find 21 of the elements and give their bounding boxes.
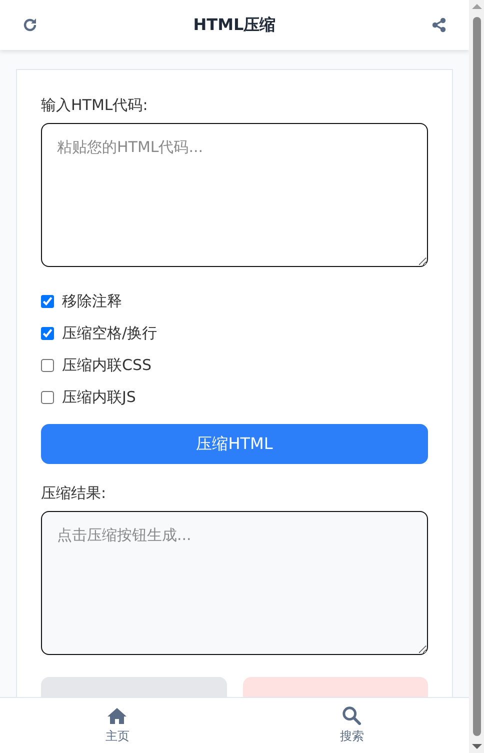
home-icon	[107, 706, 128, 724]
search-icon	[342, 706, 362, 725]
refresh-icon[interactable]	[22, 17, 38, 33]
output-label: 压缩结果:	[41, 484, 108, 503]
scrollbar[interactable]	[469, 0, 484, 753]
option-label: 压缩内联JS	[62, 388, 136, 407]
html-input-field[interactable]: 粘贴您的HTML代码...	[41, 123, 428, 267]
option-label: 压缩空格/换行	[62, 324, 158, 343]
option-checkbox[interactable]	[41, 359, 54, 372]
result-field[interactable]: 点击压缩按钮生成...	[41, 511, 428, 655]
option-label: 压缩内联CSS	[62, 356, 152, 375]
input-label: 输入HTML代码:	[41, 96, 149, 115]
option-checkbox[interactable]	[41, 327, 54, 340]
option-checkbox[interactable]	[41, 295, 54, 308]
option-label: 移除注释	[62, 292, 122, 311]
compress-button[interactable]: 压缩HTML	[41, 424, 428, 464]
share-icon[interactable]	[430, 17, 447, 33]
option-checkbox[interactable]	[41, 391, 54, 404]
nav-tab[interactable]: 搜索	[234, 698, 469, 753]
nav-tab[interactable]: 主页	[0, 698, 234, 753]
page-title: HTML压缩	[193, 14, 276, 36]
